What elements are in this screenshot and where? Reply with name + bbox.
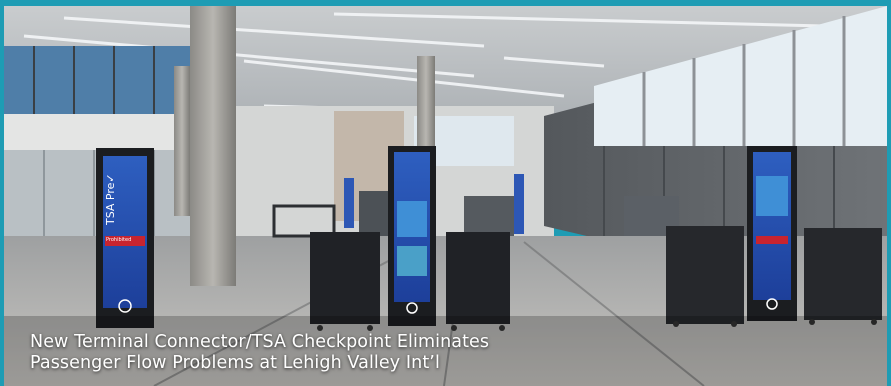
caption-line-1: New Terminal Connector/TSA Checkpoint El… bbox=[30, 332, 490, 352]
kiosk-far-2 bbox=[514, 174, 524, 234]
kiosk-banner-text: Prohibited bbox=[106, 237, 132, 243]
photo-frame: TSA Pre✓ Prohibited New Terminal Connect… bbox=[0, 0, 891, 386]
cart-far-right bbox=[804, 228, 882, 325]
caption-line-2: Passenger Flow Problems at Lehigh Valley… bbox=[30, 353, 440, 373]
xray-machine-2 bbox=[464, 196, 514, 236]
kiosk-right bbox=[747, 146, 797, 321]
kiosk-center bbox=[388, 146, 436, 326]
kiosk-far-1 bbox=[344, 178, 354, 228]
left-upper-windows bbox=[4, 46, 194, 116]
checkpoint-photo bbox=[4, 6, 887, 386]
pillar-left bbox=[190, 6, 236, 286]
kiosk-brand-text: TSA Pre✓ bbox=[104, 173, 117, 225]
pillar-far-left bbox=[174, 66, 190, 216]
cart-right bbox=[666, 226, 744, 327]
checkpoint-scene bbox=[4, 6, 887, 386]
photo-caption: New Terminal Connector/TSA Checkpoint El… bbox=[30, 332, 730, 374]
